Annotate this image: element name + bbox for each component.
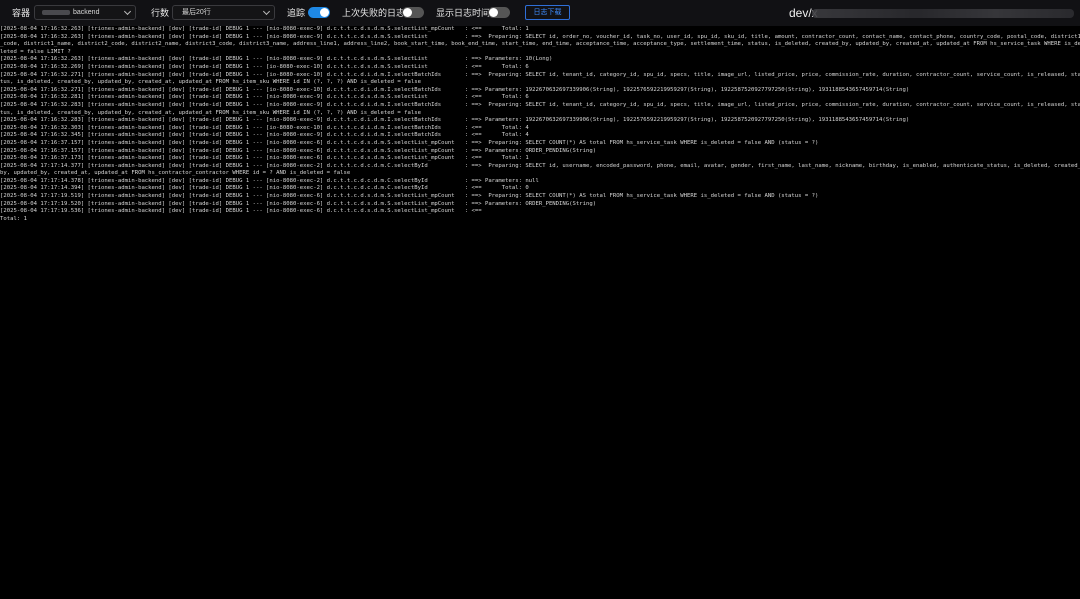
follow-toggle[interactable] xyxy=(308,7,330,18)
log-line: tus, is_deleted, created_by, updated_by,… xyxy=(0,109,421,116)
log-line: [2025-08-04 17:16:37.173] [triones-admin… xyxy=(0,155,529,162)
log-line: [2025-08-04 17:16:32.283] [triones-admin… xyxy=(0,101,1080,108)
log-line: [2025-08-04 17:17:14.378] [triones-admin… xyxy=(0,177,539,184)
log-line: [2025-08-04 17:17:14.377] [triones-admin… xyxy=(0,162,1080,169)
log-line: [2025-08-04 17:16:32.303] [triones-admin… xyxy=(0,124,529,131)
log-line: tus, is_deleted, created_by, updated_by,… xyxy=(0,79,421,86)
toggle-knob xyxy=(403,8,412,17)
log-line: [2025-08-04 17:16:37.157] [triones-admin… xyxy=(0,147,597,154)
last-failed-toggle[interactable] xyxy=(402,7,424,18)
log-line: [2025-08-04 17:17:19.536] [triones-admin… xyxy=(0,208,482,215)
log-line: _code, district1_name, district2_code, d… xyxy=(0,41,1080,48)
log-line: leted = false LIMIT ? xyxy=(0,48,71,55)
log-line: [2025-08-04 17:17:19.520] [triones-admin… xyxy=(0,200,597,207)
last-failed-label: 上次失败的日志 xyxy=(342,8,406,18)
log-line: [2025-08-04 17:16:32.271] [triones-admin… xyxy=(0,86,910,93)
chevron-down-icon xyxy=(262,7,271,16)
show-time-label: 显示日志时间 xyxy=(436,8,491,18)
log-line: [2025-08-04 17:17:14.394] [triones-admin… xyxy=(0,185,529,192)
download-log-button[interactable]: 日志下载 xyxy=(525,5,570,20)
redacted-text xyxy=(812,9,1074,18)
log-line: [2025-08-04 17:16:32.269] [triones-admin… xyxy=(0,63,529,70)
log-line: [2025-08-04 17:16:32.263] [triones-admin… xyxy=(0,26,529,32)
redacted-text xyxy=(42,10,70,15)
rows-select[interactable]: 最后20行 xyxy=(172,5,275,20)
log-line: [2025-08-04 17:16:32.263] [triones-admin… xyxy=(0,56,553,63)
container-label: 容器 xyxy=(12,8,31,18)
log-line: [2025-08-04 17:16:37.157] [triones-admin… xyxy=(0,139,819,146)
log-line: [2025-08-04 17:16:32.281] [triones-admin… xyxy=(0,94,529,101)
rows-select-value: 最后20行 xyxy=(182,9,211,16)
log-line: by, updated_by, created_at, updated_at F… xyxy=(0,170,351,177)
chevron-down-icon xyxy=(123,7,132,16)
log-line: [2025-08-04 17:17:19.519] [triones-admin… xyxy=(0,193,819,200)
container-select-value: backend xyxy=(73,9,100,16)
container-select[interactable]: backend xyxy=(34,5,136,20)
toggle-knob xyxy=(489,8,498,17)
log-line: [2025-08-04 17:16:32.283] [triones-admin… xyxy=(0,117,910,124)
log-output[interactable]: [2025-08-04 17:16:32.263] [triones-admin… xyxy=(0,26,1080,599)
log-line: [2025-08-04 17:16:32.271] [triones-admin… xyxy=(0,71,1080,78)
log-toolbar: 容器 backend 行数 最后20行 追踪 上次失败的日志 显示日志时间 日志… xyxy=(0,0,1080,26)
toggle-knob xyxy=(320,8,329,17)
follow-label: 追踪 xyxy=(287,8,306,18)
log-line: Total: 1 xyxy=(0,215,27,222)
log-line: [2025-08-04 17:16:32.263] [triones-admin… xyxy=(0,33,1080,40)
log-line: [2025-08-04 17:16:32.345] [triones-admin… xyxy=(0,132,529,139)
show-time-toggle[interactable] xyxy=(488,7,510,18)
rows-label: 行数 xyxy=(151,8,170,18)
